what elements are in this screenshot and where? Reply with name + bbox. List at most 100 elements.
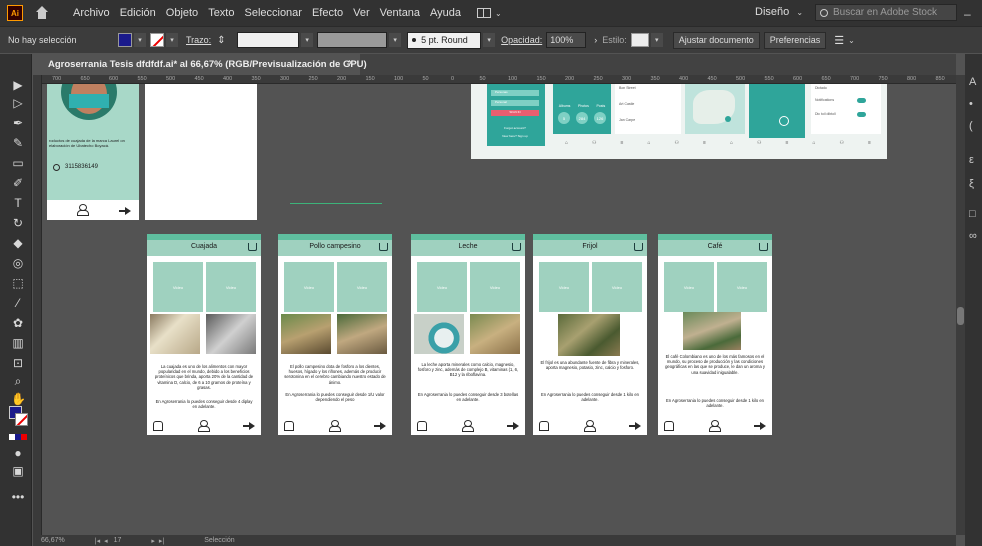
artboard-product-frijol[interactable]: Frijol Video Video El frijol es una abun… (533, 234, 647, 435)
free-transform-tool-icon[interactable]: ⬚ (11, 276, 25, 290)
opacity-field[interactable]: 100% (546, 32, 587, 48)
swatches-icon[interactable]: ε (969, 154, 974, 166)
cart-icon[interactable] (634, 243, 643, 251)
links-icon[interactable]: ∞ (969, 230, 977, 242)
video-placeholder[interactable]: Video (539, 262, 589, 312)
eyedropper-tool-icon[interactable]: ⁄ (11, 296, 25, 310)
scrollbar-thumb[interactable] (957, 307, 964, 325)
video-placeholder[interactable]: Video (206, 262, 256, 312)
more-tools-icon[interactable]: ••• (11, 490, 25, 504)
exit-icon[interactable] (754, 422, 766, 430)
brushes-icon[interactable]: ξ (969, 178, 974, 190)
page-nav-prev-icon[interactable]: ◂ (104, 537, 108, 545)
stroke-weight-dropdown-icon[interactable]: ▾ (301, 33, 314, 47)
chevron-right-icon[interactable]: › (594, 35, 597, 45)
workspace-switcher[interactable]: Diseño ⌄ (755, 6, 803, 18)
cart-icon[interactable] (512, 243, 521, 251)
variable-width-profile[interactable] (317, 32, 388, 48)
stroke-color-icon[interactable] (15, 413, 28, 426)
exit-icon[interactable] (243, 422, 255, 430)
artboard-product-pollo[interactable]: Pollo campesino Video Video El pollo cam… (278, 234, 392, 435)
rectangle-tool-icon[interactable]: ▭ (11, 156, 25, 170)
video-placeholder[interactable]: Video (470, 262, 520, 312)
align-panel-icon[interactable]: ☰ (834, 34, 844, 47)
curvature-tool-icon[interactable]: ✎ (11, 136, 25, 150)
video-placeholder[interactable]: Video (153, 262, 203, 312)
profile-icon[interactable] (584, 420, 596, 432)
menu-efecto[interactable]: Efecto (312, 7, 343, 19)
home-icon[interactable] (417, 421, 427, 431)
video-placeholder[interactable]: Video (717, 262, 767, 312)
draw-mode-icon[interactable]: ● (11, 446, 25, 460)
layers-icon[interactable]: □ (969, 208, 976, 220)
stroke-label[interactable]: Trazo: (186, 35, 211, 45)
artboard-product-cuajada[interactable]: Cuajada Video Video La cuajada es uno de… (147, 234, 261, 435)
menu-ayuda[interactable]: Ayuda (430, 7, 461, 19)
video-placeholder[interactable]: Video (284, 262, 334, 312)
home-icon[interactable] (664, 421, 674, 431)
pen-tool-icon[interactable]: ✒ (11, 116, 25, 130)
cart-icon[interactable] (379, 243, 388, 251)
artboard-tool-icon[interactable]: ⊡ (11, 356, 25, 370)
type-tool-icon[interactable]: T (11, 196, 25, 210)
menu-seleccionar[interactable]: Seleccionar (244, 7, 301, 19)
menu-ver[interactable]: Ver (353, 7, 370, 19)
video-placeholder[interactable]: Video (664, 262, 714, 312)
stroke-weight-field[interactable] (237, 32, 300, 48)
video-placeholder[interactable]: Video (592, 262, 642, 312)
menu-archivo[interactable]: Archivo (73, 7, 110, 19)
exit-icon[interactable] (119, 207, 131, 215)
document-tab[interactable]: Agroserrania Tesis dfdfdf.ai* al 66,67% … (42, 54, 367, 75)
screen-mode-icon[interactable]: ▣ (11, 464, 25, 478)
page-nav-next-icon[interactable]: ▸ (151, 537, 155, 545)
menu-edicion[interactable]: Edición (120, 7, 156, 19)
opacity-label[interactable]: Opacidad: (501, 35, 542, 45)
style-dropdown-icon[interactable]: ▾ (650, 33, 663, 47)
cart-icon[interactable] (248, 243, 257, 251)
chevron-down-icon[interactable]: ⌄ (495, 9, 502, 18)
exit-icon[interactable] (374, 422, 386, 430)
page-nav-last-icon[interactable]: ▸| (159, 537, 164, 545)
brush-definition[interactable]: 5 pt. Round (407, 31, 482, 49)
stroke-dropdown-icon[interactable]: ▾ (166, 33, 178, 47)
rotate-tool-icon[interactable]: ↻ (11, 216, 25, 230)
exit-icon[interactable] (629, 422, 641, 430)
properties-icon[interactable]: A (969, 76, 976, 88)
fill-swatch[interactable] (118, 33, 132, 47)
direct-selection-tool-icon[interactable]: ▷ (11, 96, 25, 110)
stock-search-input[interactable]: Buscar en Adobe Stock (815, 4, 957, 21)
dot-icon[interactable]: • (969, 98, 973, 110)
artboard-product-cafe[interactable]: Café Video Video El café Colombiano es u… (658, 234, 772, 435)
preferences-button[interactable]: Preferencias (763, 31, 827, 49)
exit-icon[interactable] (507, 422, 519, 430)
warp-tool-icon[interactable]: ◎ (11, 256, 25, 270)
profile-icon[interactable] (462, 420, 474, 432)
graph-tool-icon[interactable]: ▥ (11, 336, 25, 350)
cart-icon[interactable] (759, 243, 768, 251)
page-number[interactable]: 17 (114, 537, 122, 544)
video-placeholder[interactable]: Video (417, 262, 467, 312)
color-mode-icon[interactable] (9, 434, 27, 440)
fill-dropdown-icon[interactable]: ▾ (134, 33, 146, 47)
zoom-tool-icon[interactable]: ⌕ (11, 374, 25, 388)
profile-icon[interactable] (329, 420, 341, 432)
chevron-down-icon[interactable]: ⌄ (848, 36, 855, 45)
home-icon[interactable] (153, 421, 163, 431)
profile-icon[interactable] (198, 420, 210, 432)
canvas[interactable]: roductos de cuajada de la marca Laurel o… (42, 84, 956, 534)
profile-icon[interactable] (77, 204, 89, 216)
selection-tool-icon[interactable]: ▶ (11, 78, 25, 92)
video-placeholder[interactable]: Video (337, 262, 387, 312)
menu-ventana[interactable]: Ventana (380, 7, 420, 19)
paintbrush-tool-icon[interactable]: ✐ (11, 176, 25, 190)
vertical-scrollbar[interactable] (956, 75, 965, 535)
graphic-style-swatch[interactable] (630, 33, 649, 47)
eraser-tool-icon[interactable]: ◆ (11, 236, 25, 250)
home-icon[interactable] (284, 421, 294, 431)
minimize-icon[interactable]: – (964, 7, 971, 21)
home-icon[interactable] (35, 6, 49, 20)
page-nav-first-icon[interactable]: |◂ (95, 537, 100, 545)
hand-tool-icon[interactable]: ✋ (11, 392, 26, 406)
stroke-none-swatch[interactable] (150, 33, 164, 47)
menu-objeto[interactable]: Objeto (166, 7, 198, 19)
